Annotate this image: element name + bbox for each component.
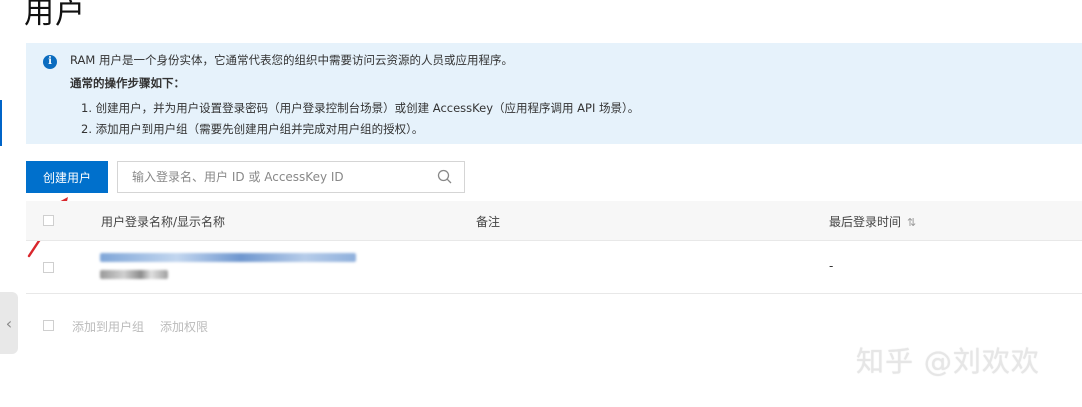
create-user-button[interactable]: 创建用户: [26, 161, 108, 193]
nav-active-indicator: [0, 100, 2, 146]
info-step: 2. 添加用户到用户组（需要先创建用户组并完成对用户组的授权）。: [81, 122, 424, 136]
chevron-left-icon: ‹: [5, 313, 13, 333]
sidebar-collapse-handle[interactable]: ‹: [0, 292, 18, 354]
search-box: [117, 161, 465, 193]
add-permission-action[interactable]: 添加权限: [160, 318, 208, 335]
column-header-user: 用户登录名称/显示名称: [101, 215, 226, 229]
info-intro: RAM 用户是一个身份实体，它通常代表您的组织中需要访问云资源的人员或应用程序。: [70, 53, 513, 67]
bulk-action-bar: 添加到用户组 添加权限: [26, 312, 426, 338]
add-to-group-action[interactable]: 添加到用户组: [72, 318, 144, 335]
column-header-last-login-label: 最后登录时间: [829, 215, 902, 229]
last-login-value: -: [829, 259, 834, 273]
info-heading: 通常的操作步骤如下：: [70, 76, 185, 90]
search-icon[interactable]: [436, 168, 454, 186]
column-header-last-login[interactable]: 最后登录时间 ⇅: [829, 213, 916, 230]
search-input[interactable]: [118, 162, 436, 192]
info-banner: i RAM 用户是一个身份实体，它通常代表您的组织中需要访问云资源的人员或应用程…: [26, 43, 1082, 144]
blurred-display-name: [100, 270, 168, 279]
sort-icon[interactable]: ⇅: [907, 216, 916, 229]
select-all-checkbox[interactable]: [43, 215, 54, 226]
bulk-select-checkbox[interactable]: [43, 320, 54, 331]
column-header-remark: 备注: [476, 215, 501, 229]
watermark: 知乎 @刘欢欢: [856, 345, 1040, 378]
info-step: 1. 创建用户，并为用户设置登录密码（用户登录控制台场景）或创建 AccessK…: [81, 101, 640, 115]
blurred-login-name[interactable]: [100, 253, 356, 262]
page-title: 用户: [24, 0, 86, 31]
table-row: -: [26, 241, 1082, 294]
table-header: 用户登录名称/显示名称 备注 最后登录时间 ⇅: [26, 201, 1082, 241]
row-checkbox[interactable]: [43, 262, 54, 273]
info-icon: i: [43, 55, 57, 69]
